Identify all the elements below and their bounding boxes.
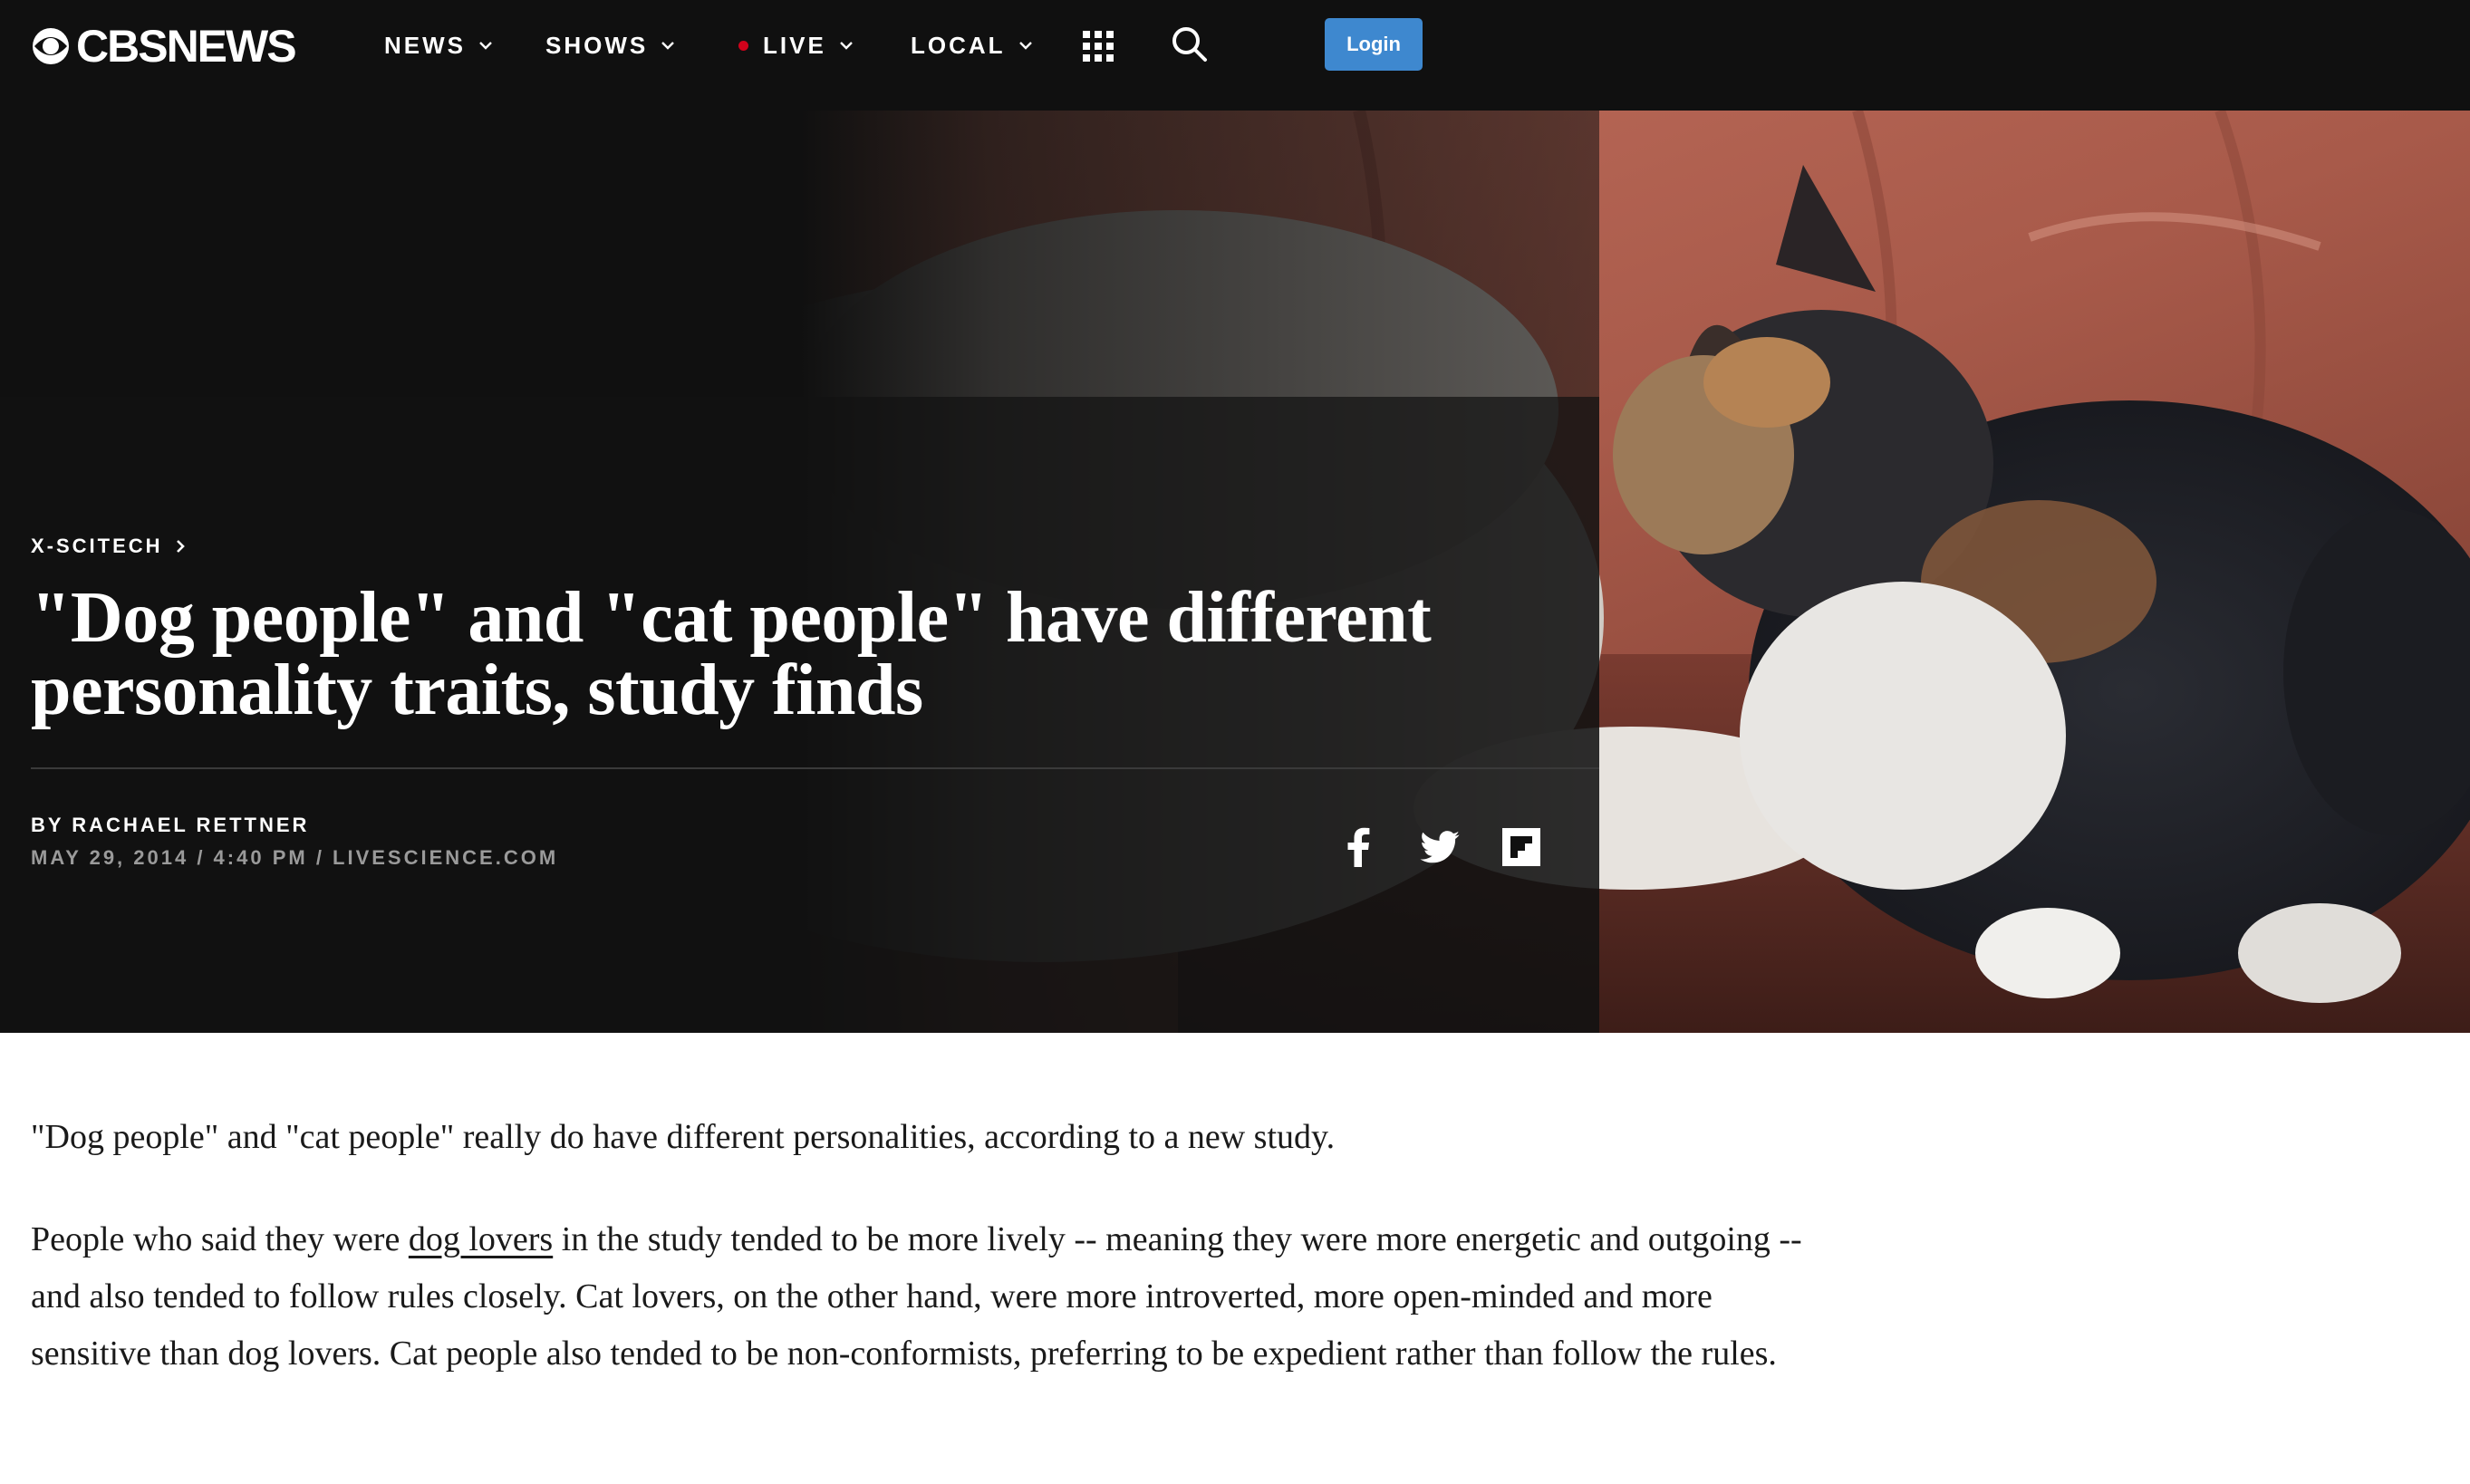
category-label: X-SCITECH [31,535,163,557]
nav-live-label: LIVE [763,31,826,59]
article-dateline: MAY 29, 2014 / 4:40 PM / LIVESCIENCE.COM [31,846,559,869]
chevron-right-icon [176,540,185,553]
article-byline: BY RACHAEL RETTNER [31,814,310,836]
category-breadcrumb[interactable]: X-SCITECH [31,533,185,560]
nav-shows-label: SHOWS [545,31,649,59]
share-facebook-button[interactable] [1337,826,1379,868]
nav-news[interactable]: NEWS [384,27,493,63]
article-headline: "Dog people" and "cat people" have diffe… [31,578,1432,730]
article-paragraph: People who said they were dog lovers in … [31,1211,1807,1383]
flipboard-icon [1502,828,1540,866]
chevron-down-icon [839,42,853,50]
nav-local[interactable]: LOCAL [911,27,1033,63]
share-twitter-button[interactable] [1419,826,1461,868]
article-paragraph: "Dog people" and "cat people" really do … [31,1118,1336,1156]
nav-news-label: NEWS [384,31,466,59]
cbs-eye-icon [33,28,69,64]
grid-menu-icon[interactable] [1083,31,1114,62]
facebook-icon [1347,827,1370,867]
nav-local-label: LOCAL [911,31,1006,59]
live-indicator-dot [738,40,748,51]
hero-divider [31,767,1599,769]
nav-live[interactable]: LIVE [738,27,854,63]
login-button[interactable]: Login [1325,18,1423,71]
article-hero: X-SCITECH "Dog people" and "cat people" … [0,111,2470,1033]
chevron-down-icon [1018,42,1032,50]
top-navigation-bar: CBSNEWS NEWS SHOWS LIVE LOCAL Login [0,0,2470,111]
chevron-down-icon [479,42,492,50]
paragraph-text: People who said they were [31,1220,409,1258]
share-flipboard-button[interactable] [1500,826,1542,868]
nav-shows[interactable]: SHOWS [545,27,675,63]
search-icon[interactable] [1171,25,1209,63]
twitter-icon [1420,831,1460,863]
cbs-news-logo[interactable]: CBSNEWS [31,21,297,72]
dog-lovers-link[interactable]: dog lovers [409,1220,553,1258]
chevron-down-icon [661,42,675,50]
logo-wordmark: CBSNEWS [76,21,297,72]
article-body: "Dog people" and "cat people" really do … [31,1109,1807,1428]
